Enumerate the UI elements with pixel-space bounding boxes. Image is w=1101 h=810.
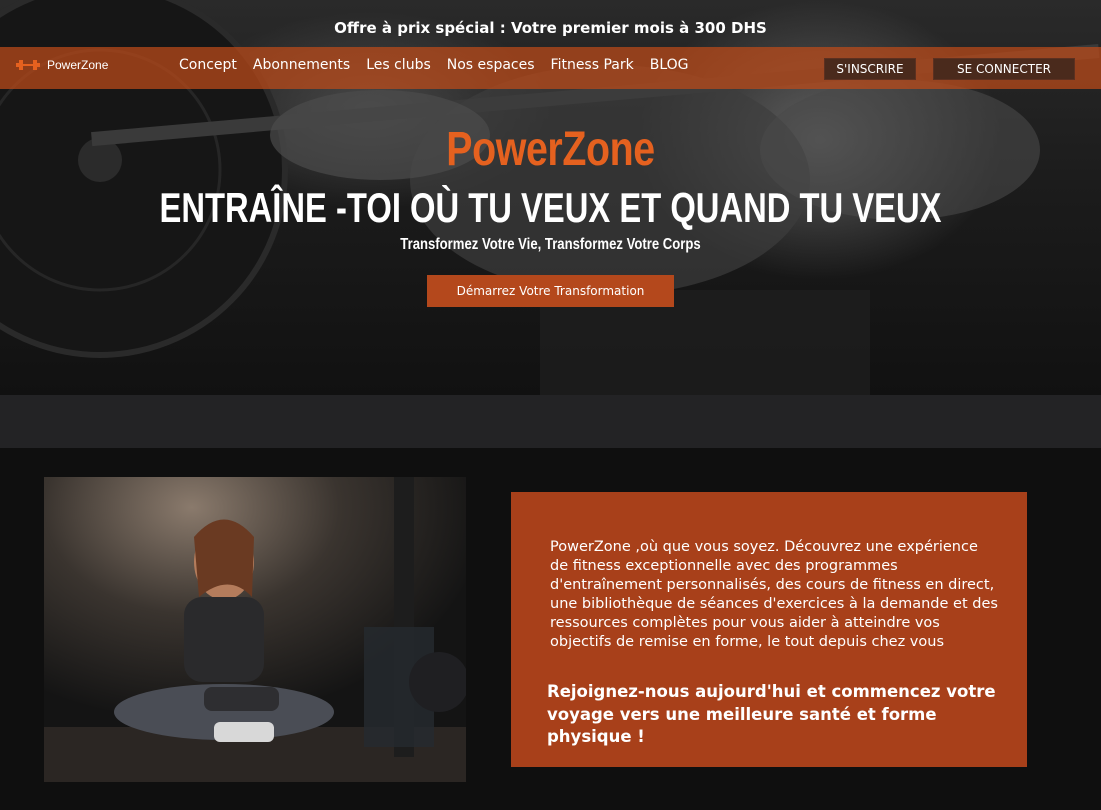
hero-section: Offre à prix spécial : Votre premier moi… — [0, 0, 1101, 395]
hero-brand-title: PowerZone — [446, 123, 655, 176]
about-call-to-action: Rejoignez-nous aujourd'hui et commencez … — [547, 682, 996, 746]
nav-links: Concept Abonnements Les clubs Nos espace… — [179, 57, 705, 73]
nav-link-blog[interactable]: BLOG — [650, 57, 689, 73]
start-transformation-button[interactable]: Démarrez Votre Transformation — [427, 275, 674, 307]
nav-link-fitness-park[interactable]: Fitness Park — [551, 57, 634, 73]
section-divider — [0, 395, 1101, 448]
promo-banner: Offre à prix spécial : Votre premier moi… — [334, 19, 767, 37]
about-card: PowerZone ,où que vous soyez. Découvrez … — [511, 492, 1027, 767]
nav-link-espaces[interactable]: Nos espaces — [447, 57, 535, 73]
athlete-photo — [44, 477, 466, 782]
main-navbar: PowerZone Concept Abonnements Les clubs … — [0, 47, 1101, 89]
login-button[interactable]: SE CONNECTER — [933, 58, 1075, 80]
brand-logo[interactable]: PowerZone — [16, 58, 108, 72]
hero-subtitle: Transformez Votre Vie, Transformez Votre… — [400, 236, 701, 253]
nav-link-clubs[interactable]: Les clubs — [366, 57, 431, 73]
nav-link-abonnements[interactable]: Abonnements — [253, 57, 350, 73]
dumbbell-icon — [16, 60, 40, 70]
hero-tagline: ENTRAÎNE -TOI OÙ TU VEUX ET QUAND TU VEU… — [159, 184, 942, 231]
nav-link-concept[interactable]: Concept — [179, 57, 237, 73]
about-description: PowerZone ,où que vous soyez. Découvrez … — [550, 539, 998, 650]
signup-button[interactable]: S'INSCRIRE — [824, 58, 916, 80]
brand-name: PowerZone — [47, 58, 109, 72]
about-section: PowerZone ,où que vous soyez. Découvrez … — [0, 448, 1101, 810]
